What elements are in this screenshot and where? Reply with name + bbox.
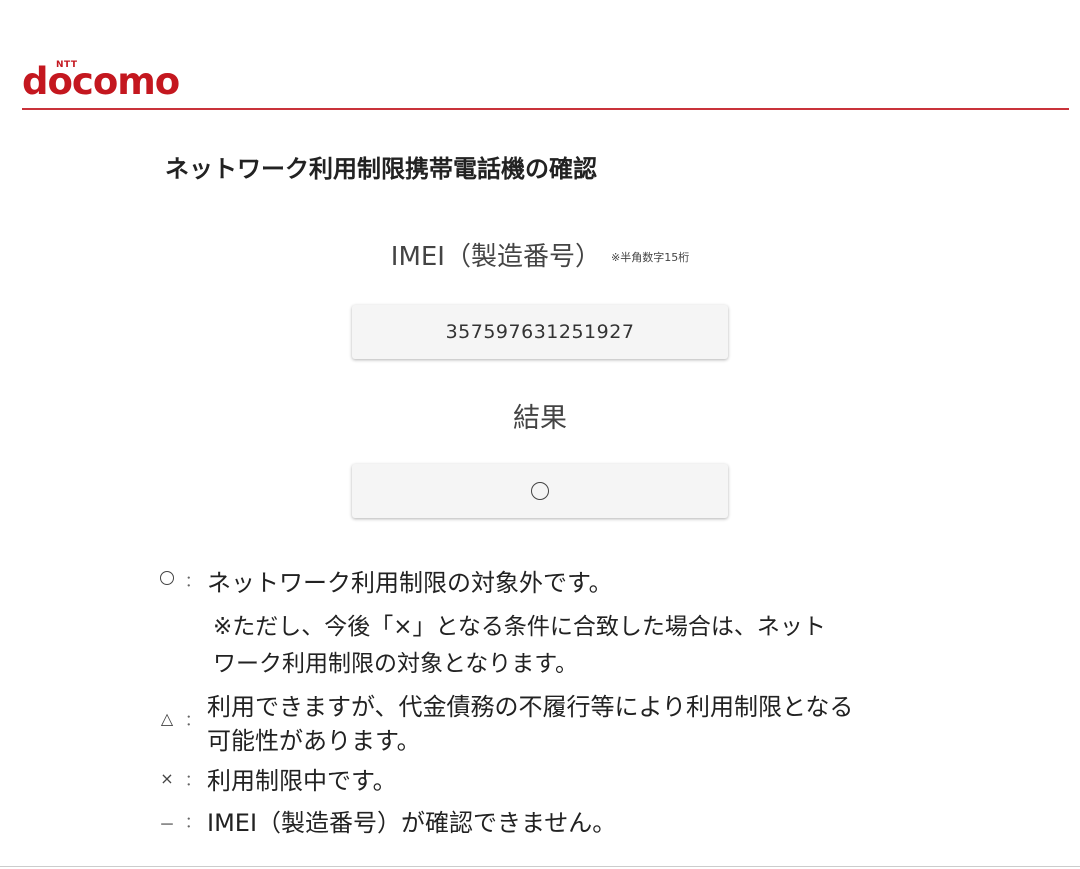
- legend-colon: ：: [185, 572, 201, 590]
- legend-text: IMEI（製造番号）が確認できません。: [207, 809, 617, 837]
- legend-text: 利用できますが、代金債務の不履行等により利用制限となる: [207, 693, 854, 721]
- bottom-divider: [0, 866, 1080, 867]
- legend-note: ワーク利用制限の対象となります。: [213, 651, 579, 677]
- legend-text: ネットワーク利用制限の対象外です。: [207, 569, 613, 597]
- page-title: ネットワーク利用制限携帯電話機の確認: [165, 155, 597, 183]
- legend-text: 利用制限中です。: [207, 767, 397, 795]
- result-label: 結果: [513, 403, 567, 434]
- legend-colon: ：: [185, 711, 201, 729]
- legend-note: ※ただし、今後「×」となる条件に合致した場合は、ネット: [213, 614, 826, 640]
- docomo-logo[interactable]: NTT docomo: [22, 60, 192, 104]
- header: NTT docomo: [0, 0, 1080, 112]
- legend-symbol-dash: －: [158, 815, 175, 834]
- imei-label-text: IMEI（製造番号）: [390, 242, 601, 272]
- legend-colon: ：: [185, 771, 201, 789]
- legend-circle-icon: [160, 571, 174, 585]
- logo-docomo-text: docomo: [22, 60, 180, 103]
- header-divider: [22, 108, 1069, 110]
- circle-icon: [531, 482, 549, 500]
- legend-text: 可能性があります。: [207, 727, 421, 755]
- legend-symbol-circle: [155, 570, 179, 589]
- legend-symbol-cross: ×: [160, 769, 174, 788]
- legend-symbol-triangle: △: [160, 709, 174, 728]
- imei-value: 357597631251927: [445, 321, 635, 343]
- imei-note: ※半角数字15桁: [610, 250, 690, 264]
- result-value-field: [352, 464, 728, 518]
- imei-value-field[interactable]: 357597631251927: [352, 305, 728, 359]
- legend-colon: ：: [185, 813, 201, 831]
- imei-label: IMEI（製造番号） ※半角数字15桁: [0, 236, 1080, 279]
